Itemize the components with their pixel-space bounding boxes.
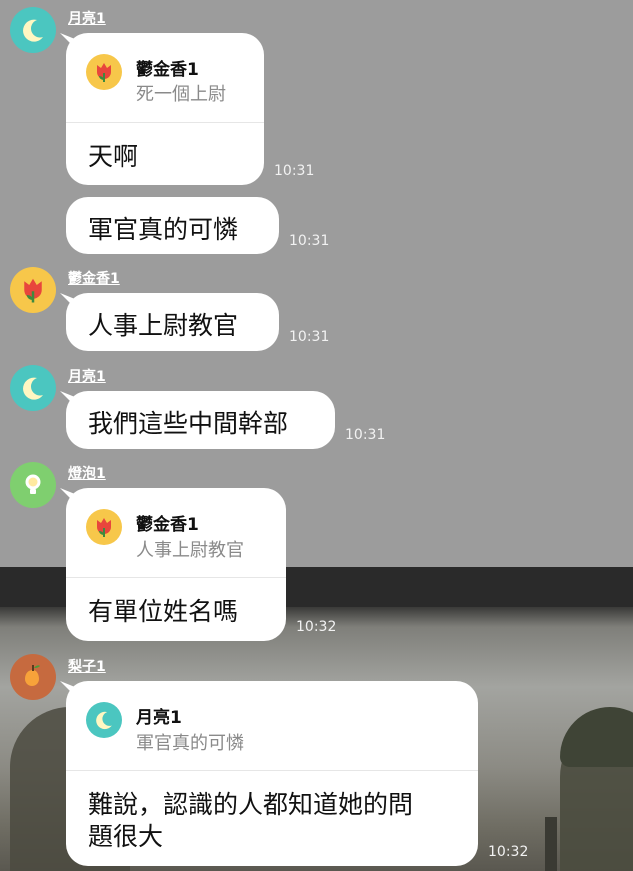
- tulip-icon: [86, 509, 122, 545]
- timestamp: 10:32: [488, 844, 529, 860]
- message-text: 天啊: [88, 142, 139, 171]
- sender-name[interactable]: 燈泡1: [68, 463, 106, 483]
- message-text-line2: 題很大: [88, 822, 164, 851]
- moon-icon[interactable]: [10, 365, 56, 411]
- quote-sender: 月亮1: [136, 708, 182, 728]
- moon-icon[interactable]: [10, 7, 56, 53]
- tulip-icon[interactable]: [10, 267, 56, 313]
- timestamp: 10:32: [296, 619, 337, 635]
- sender-name[interactable]: 梨子1: [68, 656, 106, 676]
- message-bubble[interactable]: 我們這些中間幹部: [60, 391, 335, 449]
- message-bubble-quoted[interactable]: 月亮1 軍官真的可憐 難說，認識的人都知道她的問 題很大: [60, 681, 478, 866]
- quote-text: 人事上尉教官: [136, 540, 244, 561]
- message-text: 軍官真的可憐: [88, 215, 239, 244]
- quote-text: 死一個上尉: [136, 84, 226, 105]
- message-text: 有單位姓名嗎: [88, 597, 239, 626]
- sender-name[interactable]: 月亮1: [68, 8, 106, 28]
- message-bubble[interactable]: 人事上尉教官: [60, 293, 279, 351]
- timestamp: 10:31: [274, 163, 315, 179]
- timestamp: 10:31: [289, 233, 330, 249]
- pear-icon[interactable]: [10, 654, 56, 700]
- quote-divider: [66, 770, 478, 771]
- quote-divider: [66, 577, 286, 578]
- quote-divider: [66, 122, 264, 123]
- message-bubble[interactable]: 軍官真的可憐: [66, 197, 279, 254]
- message-text-line1: 難說，認識的人都知道她的問: [88, 790, 414, 819]
- timestamp: 10:31: [345, 427, 386, 443]
- message-bubble-quoted[interactable]: 鬱金香1 死一個上尉 天啊: [60, 33, 264, 185]
- sender-name[interactable]: 鬱金香1: [68, 268, 120, 288]
- message-bubble-quoted[interactable]: 鬱金香1 人事上尉教官 有單位姓名嗎: [60, 488, 286, 641]
- timestamp: 10:31: [289, 329, 330, 345]
- sender-name[interactable]: 月亮1: [68, 366, 106, 386]
- quote-text: 軍官真的可憐: [136, 733, 244, 754]
- quote-sender: 鬱金香1: [136, 515, 199, 535]
- moon-icon: [86, 702, 122, 738]
- message-text: 我們這些中間幹部: [88, 409, 289, 438]
- message-text: 人事上尉教官: [88, 311, 239, 340]
- bulb-icon[interactable]: [10, 462, 56, 508]
- quote-sender: 鬱金香1: [136, 60, 199, 80]
- tulip-icon: [86, 54, 122, 90]
